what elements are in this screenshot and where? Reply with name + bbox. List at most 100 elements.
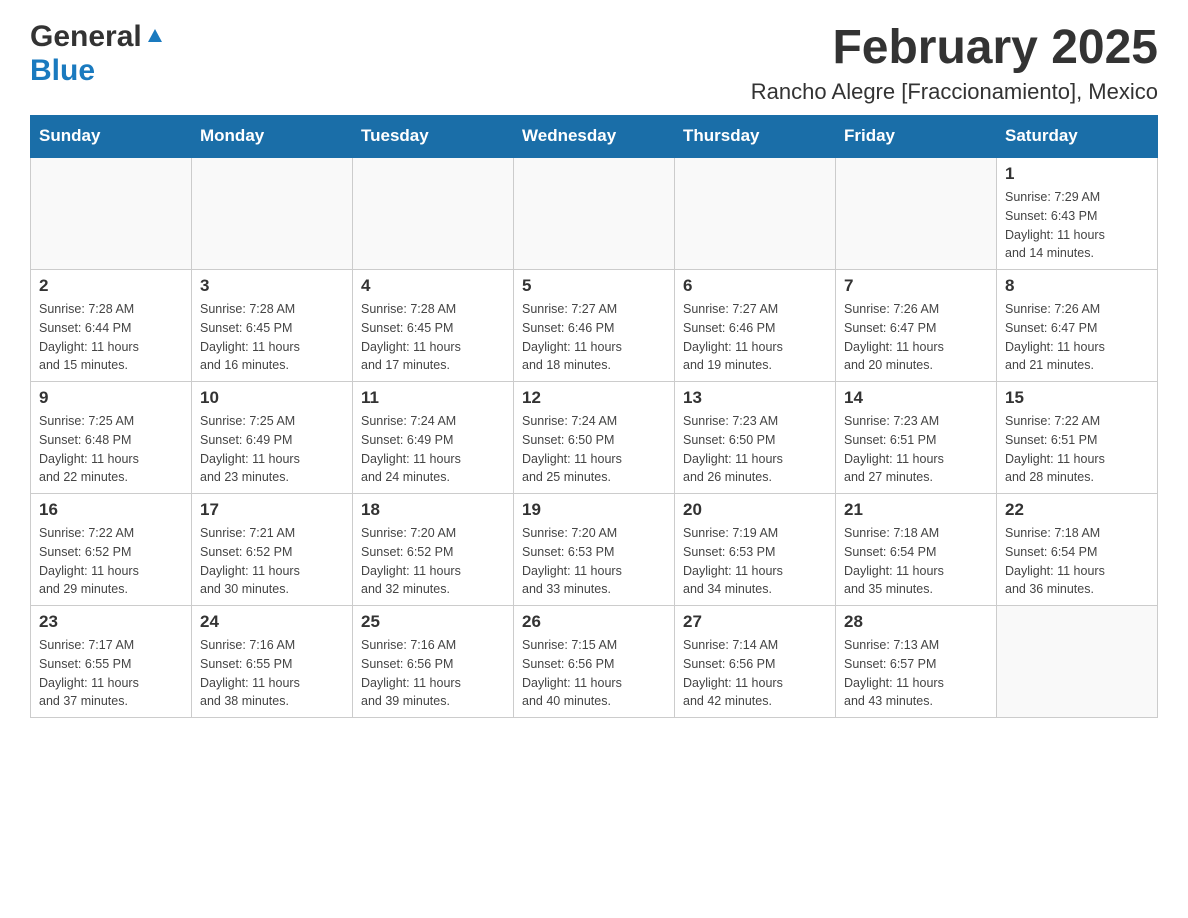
day-info: Sunrise: 7:27 AM Sunset: 6:46 PM Dayligh… bbox=[522, 300, 666, 375]
day-number: 4 bbox=[361, 276, 505, 296]
calendar-week-row: 9Sunrise: 7:25 AM Sunset: 6:48 PM Daylig… bbox=[31, 382, 1158, 494]
day-number: 27 bbox=[683, 612, 827, 632]
day-number: 10 bbox=[200, 388, 344, 408]
day-of-week-header: Monday bbox=[192, 116, 353, 158]
calendar-day-cell: 12 Sunrise: 7:24 AM Sunset: 6:50 PM Dayli… bbox=[514, 382, 675, 494]
calendar-day-cell: 7 Sunrise: 7:26 AM Sunset: 6:47 PM Daylig… bbox=[836, 270, 997, 382]
day-info: Sunrise: 7:26 AM Sunset: 6:47 PM Dayligh… bbox=[1005, 300, 1149, 375]
calendar-table: SundayMondayTuesdayWednesdayThursdayFrid… bbox=[30, 115, 1158, 718]
calendar-day-cell: 13 Sunrise: 7:23 AM Sunset: 6:50 PM Dayli… bbox=[675, 382, 836, 494]
day-info: Sunrise: 7:20 AM Sunset: 6:53 PM Dayligh… bbox=[522, 524, 666, 599]
calendar-header: SundayMondayTuesdayWednesdayThursdayFrid… bbox=[31, 116, 1158, 158]
calendar-day-cell: 26 Sunrise: 7:15 AM Sunset: 6:56 PM Dayli… bbox=[514, 606, 675, 718]
day-number: 28 bbox=[844, 612, 988, 632]
calendar-day-cell bbox=[192, 157, 353, 270]
calendar-week-row: 23 Sunrise: 7:17 AM Sunset: 6:55 PM Dayli… bbox=[31, 606, 1158, 718]
day-info: Sunrise: 7:15 AM Sunset: 6:56 PM Dayligh… bbox=[522, 636, 666, 711]
day-number: 1 bbox=[1005, 164, 1149, 184]
page-header: General Blue February 2025 Rancho Alegre… bbox=[30, 20, 1158, 105]
calendar-day-cell: 5 Sunrise: 7:27 AM Sunset: 6:46 PM Daylig… bbox=[514, 270, 675, 382]
day-info: Sunrise: 7:23 AM Sunset: 6:50 PM Dayligh… bbox=[683, 412, 827, 487]
day-number: 14 bbox=[844, 388, 988, 408]
calendar-day-cell bbox=[836, 157, 997, 270]
day-info: Sunrise: 7:20 AM Sunset: 6:52 PM Dayligh… bbox=[361, 524, 505, 599]
calendar-day-cell: 9Sunrise: 7:25 AM Sunset: 6:48 PM Daylig… bbox=[31, 382, 192, 494]
day-info: Sunrise: 7:24 AM Sunset: 6:50 PM Dayligh… bbox=[522, 412, 666, 487]
day-number: 16 bbox=[39, 500, 183, 520]
location-subtitle: Rancho Alegre [Fraccionamiento], Mexico bbox=[751, 79, 1158, 105]
day-number: 13 bbox=[683, 388, 827, 408]
day-number: 22 bbox=[1005, 500, 1149, 520]
logo-blue-text: Blue bbox=[30, 54, 95, 87]
day-info: Sunrise: 7:25 AM Sunset: 6:49 PM Dayligh… bbox=[200, 412, 344, 487]
day-info: Sunrise: 7:29 AM Sunset: 6:43 PM Dayligh… bbox=[1005, 188, 1149, 263]
calendar-day-cell: 27 Sunrise: 7:14 AM Sunset: 6:56 PM Dayli… bbox=[675, 606, 836, 718]
day-of-week-header: Wednesday bbox=[514, 116, 675, 158]
calendar-day-cell: 23 Sunrise: 7:17 AM Sunset: 6:55 PM Dayli… bbox=[31, 606, 192, 718]
day-number: 12 bbox=[522, 388, 666, 408]
calendar-day-cell: 4Sunrise: 7:28 AM Sunset: 6:45 PM Daylig… bbox=[353, 270, 514, 382]
calendar-week-row: 16 Sunrise: 7:22 AM Sunset: 6:52 PM Dayli… bbox=[31, 494, 1158, 606]
calendar-day-cell: 19 Sunrise: 7:20 AM Sunset: 6:53 PM Dayli… bbox=[514, 494, 675, 606]
calendar-day-cell: 17Sunrise: 7:21 AM Sunset: 6:52 PM Dayli… bbox=[192, 494, 353, 606]
calendar-week-row: 2 Sunrise: 7:28 AM Sunset: 6:44 PM Daylig… bbox=[31, 270, 1158, 382]
day-number: 7 bbox=[844, 276, 988, 296]
calendar-day-cell: 6Sunrise: 7:27 AM Sunset: 6:46 PM Daylig… bbox=[675, 270, 836, 382]
calendar-day-cell: 3Sunrise: 7:28 AM Sunset: 6:45 PM Daylig… bbox=[192, 270, 353, 382]
calendar-day-cell: 15Sunrise: 7:22 AM Sunset: 6:51 PM Dayli… bbox=[997, 382, 1158, 494]
calendar-week-row: 1 Sunrise: 7:29 AM Sunset: 6:43 PM Daylig… bbox=[31, 157, 1158, 270]
title-block: February 2025 Rancho Alegre [Fraccionami… bbox=[751, 20, 1158, 105]
day-of-week-header: Thursday bbox=[675, 116, 836, 158]
days-of-week-row: SundayMondayTuesdayWednesdayThursdayFrid… bbox=[31, 116, 1158, 158]
day-info: Sunrise: 7:18 AM Sunset: 6:54 PM Dayligh… bbox=[844, 524, 988, 599]
calendar-day-cell: 2 Sunrise: 7:28 AM Sunset: 6:44 PM Daylig… bbox=[31, 270, 192, 382]
day-of-week-header: Tuesday bbox=[353, 116, 514, 158]
day-info: Sunrise: 7:22 AM Sunset: 6:52 PM Dayligh… bbox=[39, 524, 183, 599]
calendar-day-cell: 25 Sunrise: 7:16 AM Sunset: 6:56 PM Dayli… bbox=[353, 606, 514, 718]
day-of-week-header: Friday bbox=[836, 116, 997, 158]
day-number: 19 bbox=[522, 500, 666, 520]
day-info: Sunrise: 7:28 AM Sunset: 6:44 PM Dayligh… bbox=[39, 300, 183, 375]
calendar-day-cell bbox=[675, 157, 836, 270]
day-number: 24 bbox=[200, 612, 344, 632]
day-of-week-header: Saturday bbox=[997, 116, 1158, 158]
day-number: 5 bbox=[522, 276, 666, 296]
day-info: Sunrise: 7:24 AM Sunset: 6:49 PM Dayligh… bbox=[361, 412, 505, 487]
calendar-day-cell: 1 Sunrise: 7:29 AM Sunset: 6:43 PM Daylig… bbox=[997, 157, 1158, 270]
day-number: 25 bbox=[361, 612, 505, 632]
day-number: 23 bbox=[39, 612, 183, 632]
calendar-day-cell bbox=[514, 157, 675, 270]
day-number: 15 bbox=[1005, 388, 1149, 408]
logo: General Blue bbox=[30, 20, 166, 88]
day-number: 26 bbox=[522, 612, 666, 632]
day-number: 11 bbox=[361, 388, 505, 408]
day-number: 9 bbox=[39, 388, 183, 408]
logo-general-text: General bbox=[30, 20, 142, 54]
calendar-day-cell: 11 Sunrise: 7:24 AM Sunset: 6:49 PM Dayli… bbox=[353, 382, 514, 494]
logo-triangle-icon bbox=[144, 24, 166, 46]
calendar-day-cell: 20 Sunrise: 7:19 AM Sunset: 6:53 PM Dayli… bbox=[675, 494, 836, 606]
day-info: Sunrise: 7:16 AM Sunset: 6:56 PM Dayligh… bbox=[361, 636, 505, 711]
calendar-day-cell: 22 Sunrise: 7:18 AM Sunset: 6:54 PM Dayli… bbox=[997, 494, 1158, 606]
day-number: 6 bbox=[683, 276, 827, 296]
calendar-day-cell: 18Sunrise: 7:20 AM Sunset: 6:52 PM Dayli… bbox=[353, 494, 514, 606]
day-info: Sunrise: 7:14 AM Sunset: 6:56 PM Dayligh… bbox=[683, 636, 827, 711]
calendar-day-cell: 8Sunrise: 7:26 AM Sunset: 6:47 PM Daylig… bbox=[997, 270, 1158, 382]
day-number: 2 bbox=[39, 276, 183, 296]
calendar-body: 1 Sunrise: 7:29 AM Sunset: 6:43 PM Daylig… bbox=[31, 157, 1158, 718]
calendar-day-cell: 14 Sunrise: 7:23 AM Sunset: 6:51 PM Dayli… bbox=[836, 382, 997, 494]
day-info: Sunrise: 7:23 AM Sunset: 6:51 PM Dayligh… bbox=[844, 412, 988, 487]
day-info: Sunrise: 7:19 AM Sunset: 6:53 PM Dayligh… bbox=[683, 524, 827, 599]
day-number: 20 bbox=[683, 500, 827, 520]
day-number: 21 bbox=[844, 500, 988, 520]
day-info: Sunrise: 7:17 AM Sunset: 6:55 PM Dayligh… bbox=[39, 636, 183, 711]
day-info: Sunrise: 7:18 AM Sunset: 6:54 PM Dayligh… bbox=[1005, 524, 1149, 599]
calendar-day-cell: 24Sunrise: 7:16 AM Sunset: 6:55 PM Dayli… bbox=[192, 606, 353, 718]
day-info: Sunrise: 7:28 AM Sunset: 6:45 PM Dayligh… bbox=[200, 300, 344, 375]
day-of-week-header: Sunday bbox=[31, 116, 192, 158]
day-number: 17 bbox=[200, 500, 344, 520]
day-info: Sunrise: 7:26 AM Sunset: 6:47 PM Dayligh… bbox=[844, 300, 988, 375]
calendar-day-cell: 16 Sunrise: 7:22 AM Sunset: 6:52 PM Dayli… bbox=[31, 494, 192, 606]
calendar-day-cell bbox=[997, 606, 1158, 718]
day-info: Sunrise: 7:13 AM Sunset: 6:57 PM Dayligh… bbox=[844, 636, 988, 711]
